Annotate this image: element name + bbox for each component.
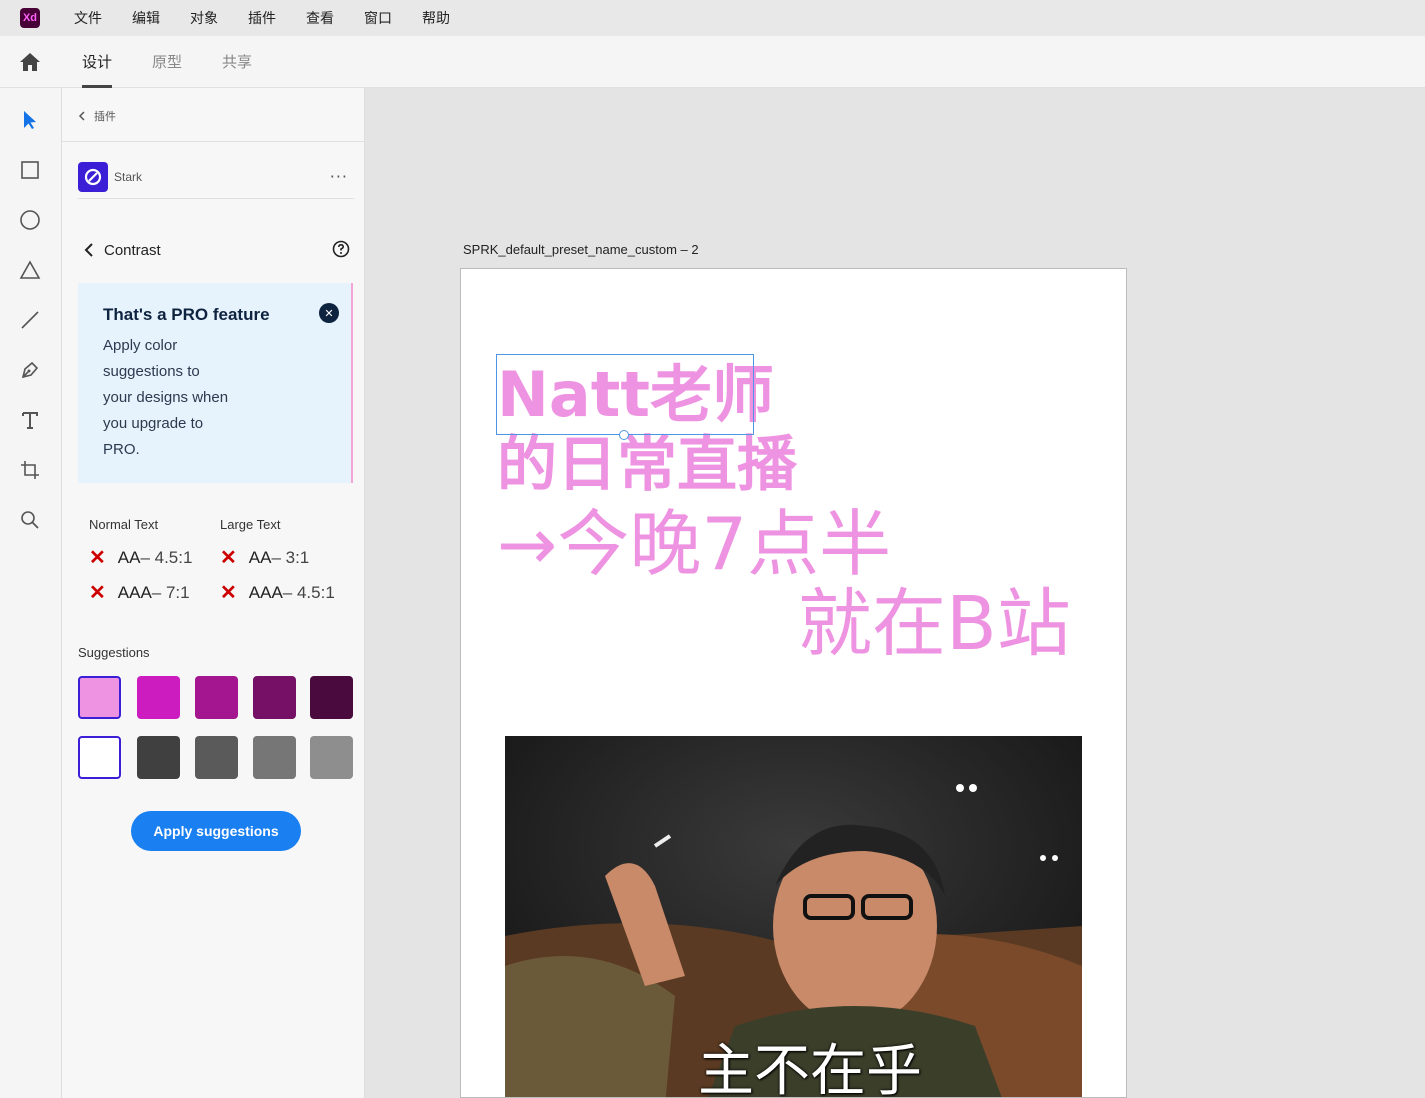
plugin-header: Stark ··· [78, 155, 354, 199]
pro-line: PRO. [103, 441, 140, 458]
large-text-header: Large Text [220, 517, 281, 532]
menu-object[interactable]: 对象 [190, 8, 218, 28]
contrast-header: Contrast [84, 238, 350, 262]
menu-window[interactable]: 窗口 [364, 8, 392, 28]
menu-view[interactable]: 查看 [306, 8, 334, 28]
pro-feature-banner: That's a PRO feature Apply color suggest… [78, 283, 353, 483]
menu-plugins[interactable]: 插件 [248, 8, 276, 28]
pro-line: you upgrade to [103, 415, 204, 432]
ratio-label: – 4.5:1 [282, 582, 335, 602]
text-tool[interactable] [14, 404, 46, 436]
color-swatch[interactable] [195, 736, 238, 779]
pen-tool[interactable] [14, 354, 46, 386]
suggestions-label: Suggestions [78, 645, 150, 660]
normal-aa-result: ✕ AA – 4.5:1 [89, 545, 192, 570]
tab-share[interactable]: 共享 [222, 36, 252, 88]
select-tool[interactable] [14, 104, 46, 136]
color-swatch[interactable] [253, 736, 296, 779]
fail-icon: ✕ [220, 547, 237, 569]
rectangle-tool[interactable] [14, 154, 46, 186]
menu-edit[interactable]: 编辑 [132, 8, 160, 28]
artboard-icon [21, 461, 39, 479]
ratio-label: – 7:1 [151, 582, 190, 602]
artboard-tool[interactable] [14, 454, 46, 486]
zoom-tool[interactable] [14, 504, 46, 536]
triangle-icon [19, 260, 41, 279]
level-label: AAA [248, 582, 283, 602]
level-label: AA [117, 547, 141, 567]
pen-icon [21, 361, 39, 379]
ellipse-tool[interactable] [14, 204, 46, 236]
polygon-tool[interactable] [14, 254, 46, 286]
tool-bar [0, 88, 62, 1098]
large-aaa-result: ✕ AAA – 4.5:1 [220, 580, 335, 605]
selection-box [496, 354, 754, 435]
artboard-label[interactable]: SPRK_default_preset_name_custom – 2 [463, 242, 699, 257]
photo-caption: 主不在乎 [698, 1039, 922, 1098]
rectangle-icon [21, 161, 39, 179]
text-icon [22, 412, 38, 429]
plugin-name: Stark [114, 169, 143, 184]
close-icon: ✕ [324, 306, 334, 320]
color-swatch[interactable] [310, 736, 353, 779]
color-swatch[interactable] [195, 676, 238, 719]
plugin-panel: 插件 Stark ··· Contrast That's a PRO featu… [62, 88, 365, 1098]
apply-suggestions-button[interactable]: Apply suggestions [131, 811, 301, 851]
level-label: AAA [117, 582, 152, 602]
back-plugins-label: 插件 [94, 110, 116, 123]
pro-description: Apply color suggestions to your designs … [103, 333, 253, 463]
fail-icon: ✕ [89, 582, 106, 604]
menu-file[interactable]: 文件 [74, 8, 102, 28]
fail-icon: ✕ [220, 582, 237, 604]
menu-bar: Xd 文件 编辑 对象 插件 查看 窗口 帮助 [0, 0, 1425, 36]
close-banner-button[interactable]: ✕ [319, 303, 339, 323]
stark-logo-icon [78, 161, 108, 192]
tab-design[interactable]: 设计 [82, 36, 113, 88]
pro-line: Apply color [103, 337, 178, 354]
normal-aaa-result: ✕ AAA – 7:1 [89, 580, 190, 605]
help-icon[interactable] [332, 240, 350, 258]
menu-help[interactable]: 帮助 [422, 8, 450, 28]
fail-icon: ✕ [89, 547, 106, 569]
zoom-icon [21, 511, 39, 529]
chevron-left-icon [78, 111, 85, 121]
pro-line: your designs when [103, 389, 229, 406]
xd-logo-icon: Xd [20, 8, 40, 28]
select-icon [24, 111, 36, 129]
back-to-plugins[interactable]: 插件 [78, 108, 116, 124]
mode-tabs: 设计 原型 共享 [82, 36, 292, 88]
large-aa-result: ✕ AA – 3:1 [220, 545, 309, 570]
pro-line: suggestions to [103, 363, 200, 380]
line-icon [21, 311, 39, 329]
color-swatch[interactable] [310, 676, 353, 719]
home-button[interactable] [0, 36, 60, 88]
artboard[interactable]: Natt老师 的日常直播 →今晚7点半 就在B站 主不在乎 [460, 268, 1127, 1098]
divider [62, 141, 364, 142]
color-swatch[interactable] [78, 736, 121, 779]
color-swatch[interactable] [253, 676, 296, 719]
chevron-left-icon[interactable] [84, 242, 94, 258]
level-label: AA [248, 547, 272, 567]
ratio-label: – 4.5:1 [140, 547, 193, 567]
line-tool[interactable] [14, 304, 46, 336]
color-swatch[interactable] [137, 676, 180, 719]
ellipse-icon [20, 210, 40, 230]
home-icon [20, 52, 40, 71]
color-swatch[interactable] [78, 676, 121, 719]
normal-text-header: Normal Text [89, 517, 159, 532]
pro-title: That's a PRO feature [103, 305, 270, 324]
more-options-button[interactable]: ··· [330, 167, 348, 186]
headline-line-4[interactable]: 就在B站 [798, 584, 1071, 664]
color-swatch[interactable] [137, 736, 180, 779]
tab-prototype[interactable]: 原型 [152, 36, 182, 88]
headline-line-3[interactable]: →今晚7点半 [497, 504, 891, 584]
selection-handle[interactable] [619, 430, 629, 440]
meme-photo[interactable]: 主不在乎 [505, 736, 1082, 1098]
ratio-label: – 3:1 [271, 547, 310, 567]
headline-line-2[interactable]: 的日常直播 [497, 431, 797, 499]
mode-bar: 设计 原型 共享 [0, 36, 1425, 88]
menu-items: 文件 编辑 对象 插件 查看 窗口 帮助 [74, 8, 480, 28]
contrast-title: Contrast [104, 241, 161, 259]
